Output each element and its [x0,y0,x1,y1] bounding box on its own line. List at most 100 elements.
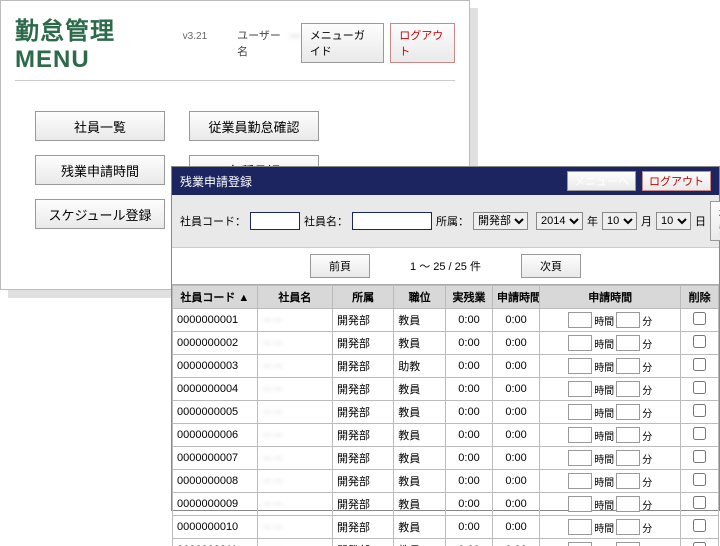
cell-delete [681,447,719,470]
hour-label: 時間 [594,359,614,374]
cell-actual: 0:00 [445,470,492,493]
delete-checkbox[interactable] [693,312,706,325]
menu-item-button-0[interactable]: 社員一覧 [35,111,165,141]
hour-input[interactable] [568,519,592,535]
delete-checkbox[interactable] [693,450,706,463]
table-wrap[interactable]: 社員コード ▲社員名所属職位実残業申請時間申請時間削除 0000000001－－… [172,284,719,546]
menu-item-button-1[interactable]: 従業員勤怠確認 [189,111,319,141]
code-label: 社員コード： [180,213,246,229]
year-select[interactable]: 2014 [536,212,583,230]
hour-input[interactable] [568,404,592,420]
hour-label: 時間 [594,451,614,466]
table-row: 0000000001－－開発部教員0:000:00時間分 [173,309,719,332]
table-row: 0000000009－－開発部教員0:000:00時間分 [173,493,719,516]
hour-input[interactable] [568,312,592,328]
cell-requested: 0:00 [493,470,540,493]
cell-actual: 0:00 [445,424,492,447]
year-suffix: 年 [587,213,598,229]
min-input[interactable] [616,404,640,420]
list-logout-button[interactable]: ログアウト [642,171,711,191]
menu-header: 勤怠管理 MENU v3.21 ユーザー名 — メニューガイド ログアウト [15,11,455,81]
hour-input[interactable] [568,473,592,489]
cell-pos: 教員 [394,516,446,539]
filter-row: 社員コード： 社員名： 所属： 開発部 2014 年 10 月 10 日 検索 [172,195,719,248]
min-label: 分 [642,451,652,466]
month-select[interactable]: 10 [602,212,637,230]
name-input[interactable] [352,212,432,230]
dept-select[interactable]: 開発部 [473,212,528,230]
cell-name: －－ [257,401,332,424]
delete-checkbox[interactable] [693,335,706,348]
cell-name: －－ [257,332,332,355]
delete-checkbox[interactable] [693,427,706,440]
cell-requested: 0:00 [493,493,540,516]
delete-checkbox[interactable] [693,519,706,532]
cell-apply: 時間分 [540,309,681,332]
cell-name: －－ [257,378,332,401]
code-input[interactable] [250,212,300,230]
min-input[interactable] [616,519,640,535]
cell-actual: 0:00 [445,447,492,470]
hour-input[interactable] [568,450,592,466]
cell-name: －－ [257,355,332,378]
table-row: 0000000010－－開発部教員0:000:00時間分 [173,516,719,539]
hour-input[interactable] [568,335,592,351]
cell-apply: 時間分 [540,332,681,355]
delete-checkbox[interactable] [693,381,706,394]
name-label: 社員名： [304,213,348,229]
cell-name: －－ [257,424,332,447]
delete-checkbox[interactable] [693,358,706,371]
menu-item-button-4[interactable]: スケジュール登録 [35,199,165,229]
cell-pos: 教員 [394,332,446,355]
cell-code: 0000000005 [173,401,258,424]
to-menu-button[interactable]: メニューへ [567,171,636,191]
hour-input[interactable] [568,358,592,374]
min-input[interactable] [616,358,640,374]
cell-requested: 0:00 [493,355,540,378]
min-label: 分 [642,313,652,328]
cell-code: 0000000001 [173,309,258,332]
cell-dept: 開発部 [333,355,394,378]
cell-apply: 時間分 [540,493,681,516]
menu-logout-button[interactable]: ログアウト [390,23,455,63]
hour-input[interactable] [568,381,592,397]
hour-input[interactable] [568,542,592,546]
min-input[interactable] [616,381,640,397]
month-suffix: 月 [641,213,652,229]
min-label: 分 [642,382,652,397]
prev-page-button[interactable]: 前頁 [310,254,370,278]
cell-requested: 0:00 [493,539,540,546]
cell-requested: 0:00 [493,401,540,424]
delete-checkbox[interactable] [693,473,706,486]
next-page-button[interactable]: 次頁 [521,254,581,278]
col-header-1: 社員名 [257,286,332,309]
min-label: 分 [642,474,652,489]
delete-checkbox[interactable] [693,542,706,546]
hour-input[interactable] [568,496,592,512]
min-input[interactable] [616,427,640,443]
day-select[interactable]: 10 [656,212,691,230]
min-input[interactable] [616,335,640,351]
min-input[interactable] [616,542,640,546]
min-input[interactable] [616,450,640,466]
delete-checkbox[interactable] [693,404,706,417]
delete-checkbox[interactable] [693,496,706,509]
col-header-7: 削除 [681,286,719,309]
overtime-table: 社員コード ▲社員名所属職位実残業申請時間申請時間削除 0000000001－－… [172,285,719,546]
cell-delete [681,539,719,546]
hour-input[interactable] [568,427,592,443]
cell-name: －－ [257,447,332,470]
cell-code: 0000000007 [173,447,258,470]
col-header-0[interactable]: 社員コード ▲ [173,286,258,309]
search-button[interactable]: 検索 [710,201,720,241]
min-input[interactable] [616,473,640,489]
menu-guide-button[interactable]: メニューガイド [301,23,385,63]
table-row: 0000000011－－開発部教員0:000:00時間分 [173,539,719,546]
table-row: 0000000004－－開発部教員0:000:00時間分 [173,378,719,401]
col-header-2: 所属 [333,286,394,309]
hour-label: 時間 [594,497,614,512]
cell-pos: 教員 [394,470,446,493]
menu-item-button-2[interactable]: 残業申請時間 [35,155,165,185]
min-input[interactable] [616,496,640,512]
min-input[interactable] [616,312,640,328]
